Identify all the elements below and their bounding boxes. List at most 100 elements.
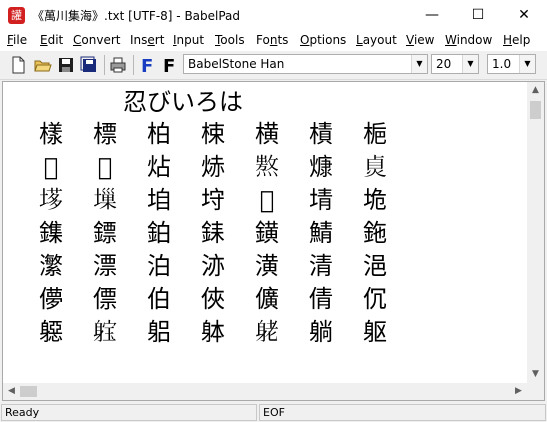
menu-options-rest: ptions xyxy=(309,33,347,47)
menu-edit[interactable]: Edit xyxy=(40,33,63,47)
grid-character: 儚 xyxy=(39,285,63,313)
menu-input[interactable]: Input xyxy=(173,33,204,47)
horizontal-scrollbar[interactable]: ◀ ▶ xyxy=(3,383,527,400)
grid-character: 浥 xyxy=(363,252,387,280)
grid-character: 僄 xyxy=(93,285,117,313)
vertical-scrollbar[interactable]: ▲ ▼ xyxy=(527,82,544,383)
menu-window[interactable]: Window xyxy=(445,33,492,47)
menu-layout-key: L xyxy=(356,33,363,47)
grid-character: 躯 xyxy=(363,318,387,346)
bold-font-glyph: F xyxy=(141,56,153,75)
menu-options[interactable]: Options xyxy=(300,33,346,47)
vertical-scroll-thumb[interactable] xyxy=(530,101,541,119)
scroll-down-arrow-icon[interactable]: ▼ xyxy=(527,366,544,383)
menu-layout[interactable]: Layout xyxy=(356,33,397,47)
font-name-select[interactable]: BabelStone Han ▼ xyxy=(183,54,428,74)
maximize-button[interactable]: ☐ xyxy=(455,0,501,30)
scroll-right-arrow-icon[interactable]: ▶ xyxy=(510,383,527,400)
font-name-value: BabelStone Han xyxy=(188,57,285,71)
grid-character: 炶 xyxy=(147,153,171,181)
floppy-disk-icon xyxy=(59,58,73,72)
menu-tools[interactable]: Tools xyxy=(215,33,245,47)
status-bar: Ready EOF xyxy=(0,402,547,422)
grid-character: 垨 xyxy=(201,186,225,214)
menu-edit-rest: dit xyxy=(47,33,64,47)
grid-character: 焃 xyxy=(201,153,225,181)
toolbar-separator xyxy=(133,55,134,75)
grid-character: 鏶 xyxy=(39,219,63,247)
babelpad-app-icon[interactable]: 讙 xyxy=(8,7,25,24)
menu-view-key: V xyxy=(406,33,414,47)
grid-character: 俠 xyxy=(201,285,225,313)
menu-tools-rest: ools xyxy=(220,33,245,47)
grid-character: 瀿 xyxy=(39,252,63,280)
font-size-select[interactable]: 20 ▼ xyxy=(431,54,479,74)
save-all-button[interactable] xyxy=(79,55,99,75)
line-spacing-select[interactable]: 1.0 ▼ xyxy=(487,54,536,74)
grid-character: 柏 xyxy=(147,120,171,148)
grid-character: 鉑 xyxy=(147,219,171,247)
printer-icon xyxy=(110,57,126,73)
menu-help-rest: elp xyxy=(512,33,531,47)
horizontal-scroll-thumb[interactable] xyxy=(20,386,37,397)
menu-input-rest: nput xyxy=(176,33,205,47)
grid-character: 躺 xyxy=(309,318,333,346)
new-file-button[interactable] xyxy=(8,55,28,75)
grid-character: 𤏋 xyxy=(43,153,59,181)
scroll-left-arrow-icon[interactable]: ◀ xyxy=(3,383,20,400)
window-title: 《萬川集海》.txt [UTF-8] - BabelPad xyxy=(32,9,241,23)
new-file-icon xyxy=(12,56,25,74)
menu-layout-rest: ayout xyxy=(362,33,397,47)
open-folder-icon xyxy=(34,60,52,72)
grid-character: 躰 xyxy=(201,318,225,346)
close-button[interactable]: ✕ xyxy=(501,0,547,30)
grid-character: 伔 xyxy=(363,285,387,313)
chevron-down-icon[interactable]: ▼ xyxy=(411,55,427,73)
menu-view[interactable]: View xyxy=(406,33,434,47)
menu-file[interactable]: File xyxy=(7,33,27,47)
save-all-icon xyxy=(80,56,96,72)
toolbar: F F BabelStone Han ▼ 20 ▼ 1.0 ▼ xyxy=(0,51,547,80)
scroll-up-arrow-icon[interactable]: ▲ xyxy=(527,82,544,99)
chevron-down-icon[interactable]: ▼ xyxy=(519,55,535,73)
menu-edit-key: E xyxy=(40,33,48,47)
grid-character: 樣 xyxy=(39,120,63,148)
grid-character: 梔 xyxy=(363,120,387,148)
menu-insert[interactable]: Insert xyxy=(130,33,164,47)
grid-character: 𤈱 xyxy=(363,153,387,181)
toolbar-separator xyxy=(104,55,105,75)
status-position: EOF xyxy=(259,404,546,421)
menu-insert-pre: Ins xyxy=(130,33,148,47)
save-button[interactable] xyxy=(56,55,76,75)
menu-help-key: H xyxy=(503,33,513,47)
open-file-button[interactable] xyxy=(33,55,53,75)
minimize-button[interactable]: — xyxy=(409,0,455,30)
grid-character: 埥 xyxy=(309,186,333,214)
grid-character: 𤏖 xyxy=(97,153,113,181)
menu-window-key: W xyxy=(445,33,457,47)
menu-fonts[interactable]: Fonts xyxy=(256,33,288,47)
editor-pane[interactable]: 忍びいろは 樣 標 柏 梀 横 樍 梔 𤏋 𤏖 炶 焃 𤏺 𤎖 𤈱 𡏗 𡏮 垍 垨 𡏿 埥 垝鏶 鏢 鉑 銇 鐄 鯖 鉇瀿 漂 泊 洂 潢 清… xyxy=(2,81,545,401)
bold-font-icon: F xyxy=(141,56,153,77)
text-area[interactable]: 忍びいろは 樣 標 柏 梀 横 樍 梔 𤏋 𤏖 炶 焃 𤏺 𤎖 𤈱 𡏗 𡏮 垍 垨 𡏿 埥 垝鏶 鏢 鉑 銇 鐄 鯖 鉇瀿 漂 泊 洂 潢 清… xyxy=(3,82,527,383)
chevron-down-icon[interactable]: ▼ xyxy=(462,55,478,73)
line-spacing-value: 1.0 xyxy=(492,57,512,71)
grid-character: 鉇 xyxy=(363,219,387,247)
font-button[interactable]: F xyxy=(160,55,180,77)
menu-convert[interactable]: Convert xyxy=(73,33,120,47)
grid-character: 樍 xyxy=(309,120,333,148)
grid-character: 鐄 xyxy=(255,219,279,247)
grid-character: 潢 xyxy=(255,252,279,280)
bold-font-button[interactable]: F xyxy=(138,55,158,77)
grid-character: 躳 xyxy=(147,318,171,346)
grid-character: 標 xyxy=(93,120,117,148)
menu-help[interactable]: Help xyxy=(503,33,530,47)
scrollbar-corner xyxy=(527,383,544,400)
grid-character: 𡏮 xyxy=(93,186,117,214)
print-button[interactable] xyxy=(108,55,128,75)
grid-character: 倩 xyxy=(309,285,333,313)
grid-character: 𨈺 xyxy=(255,318,279,346)
grid-character: 𡏗 xyxy=(39,186,63,214)
menu-insert-rest: rt xyxy=(154,33,165,47)
grid-character: 泊 xyxy=(147,252,171,280)
